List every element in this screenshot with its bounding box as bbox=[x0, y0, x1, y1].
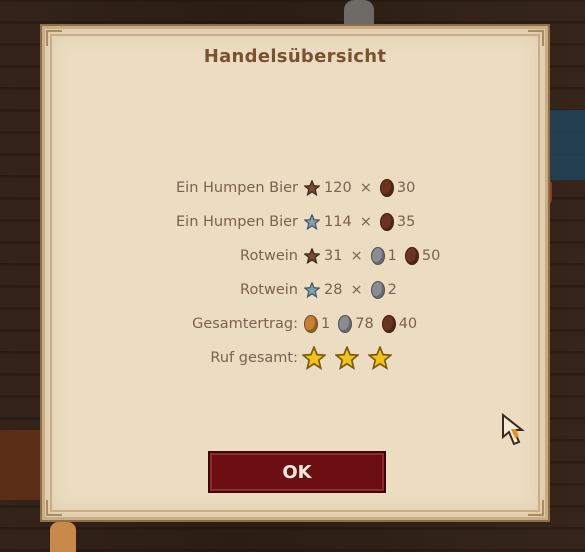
pointer-cursor-icon bbox=[502, 413, 525, 446]
item-label: Rotwein bbox=[240, 248, 298, 264]
trade-row: Ein Humpen Bier 114 × 35 bbox=[42, 210, 415, 234]
frame-corner bbox=[46, 500, 62, 516]
silver-coin-icon bbox=[338, 315, 353, 333]
background-table bbox=[0, 430, 46, 500]
coin-value: 50 bbox=[421, 248, 441, 264]
dialog-title: Handelsübersicht bbox=[203, 46, 387, 67]
quantity: 31 bbox=[324, 248, 343, 264]
gold-star-icon bbox=[302, 346, 326, 370]
times-symbol: × bbox=[359, 180, 372, 196]
quantity: 114 bbox=[324, 214, 352, 230]
trade-row: Rotwein 31 × 1 50 bbox=[42, 244, 440, 268]
silver-star-icon bbox=[304, 282, 320, 298]
trade-summary-dialog: Handelsübersicht Ein Humpen Bier 120 × 3… bbox=[42, 26, 548, 520]
ok-button[interactable]: OK bbox=[208, 451, 386, 493]
silver-coin-icon bbox=[370, 247, 385, 265]
bronze-coin-icon bbox=[379, 213, 394, 231]
background-character bbox=[50, 522, 76, 552]
times-symbol: × bbox=[350, 282, 363, 298]
reputation-label: Ruf gesamt: bbox=[210, 350, 298, 366]
times-symbol: × bbox=[350, 248, 363, 264]
background-decoration bbox=[344, 0, 374, 26]
quantity: 28 bbox=[324, 282, 343, 298]
background-shelf bbox=[548, 110, 585, 180]
bronze-star-icon bbox=[304, 180, 320, 196]
silver-coin-icon bbox=[370, 281, 385, 299]
gold-star-icon bbox=[335, 346, 359, 370]
coin-value: 2 bbox=[387, 282, 397, 298]
bronze-coin-icon bbox=[379, 179, 394, 197]
item-label: Rotwein bbox=[240, 282, 298, 298]
bronze-coin-icon bbox=[381, 315, 396, 333]
total-label: Gesamtertrag: bbox=[192, 316, 298, 332]
item-label: Ein Humpen Bier bbox=[176, 180, 298, 196]
total-bronze: 40 bbox=[398, 316, 418, 332]
bronze-star-icon bbox=[304, 248, 320, 264]
item-label: Ein Humpen Bier bbox=[176, 214, 298, 230]
dialog-frame bbox=[50, 34, 540, 512]
gold-star-icon bbox=[368, 346, 392, 370]
coin-value: 30 bbox=[396, 180, 416, 196]
total-silver: 78 bbox=[355, 316, 374, 332]
reputation-row: Ruf gesamt: bbox=[42, 344, 401, 372]
bronze-coin-icon bbox=[404, 247, 419, 265]
coin-value: 35 bbox=[396, 214, 416, 230]
frame-corner bbox=[528, 500, 544, 516]
trade-row: Ein Humpen Bier 120 × 30 bbox=[42, 176, 415, 200]
coin-value: 1 bbox=[387, 248, 397, 264]
total-row: Gesamtertrag: 1 78 40 bbox=[42, 312, 417, 336]
gold-coin-icon bbox=[304, 315, 318, 333]
silver-star-icon bbox=[304, 214, 320, 230]
times-symbol: × bbox=[359, 214, 372, 230]
quantity: 120 bbox=[324, 180, 352, 196]
frame-corner bbox=[528, 30, 544, 46]
trade-row: Rotwein 28 × 2 bbox=[42, 278, 397, 302]
frame-corner bbox=[46, 30, 62, 46]
total-gold: 1 bbox=[321, 316, 331, 332]
